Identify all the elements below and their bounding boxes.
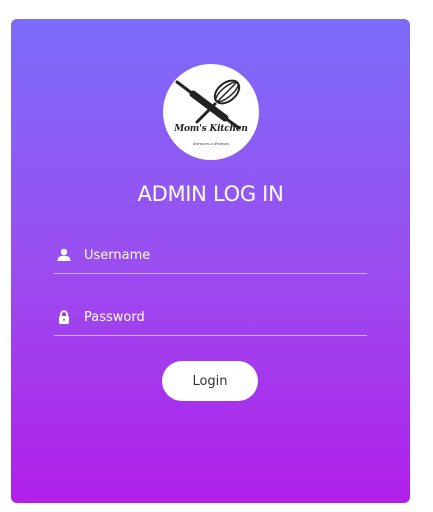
lock-icon [59,310,69,324]
password-field [54,305,367,336]
username-input[interactable] [84,244,354,266]
logo-tagline: dornecs a dremes [192,141,230,146]
brand-logo: Mom's Kitchen dornecs a dremes [163,64,259,160]
login-card: Mom's Kitchen dornecs a dremes ADMIN LOG… [11,19,410,503]
username-field [54,243,367,274]
user-icon [57,248,71,261]
page-title: ADMIN LOG IN [137,182,284,206]
password-input[interactable] [84,306,354,328]
login-button[interactable]: Login [162,361,258,401]
logo-title: Mom's Kitchen [174,124,248,134]
